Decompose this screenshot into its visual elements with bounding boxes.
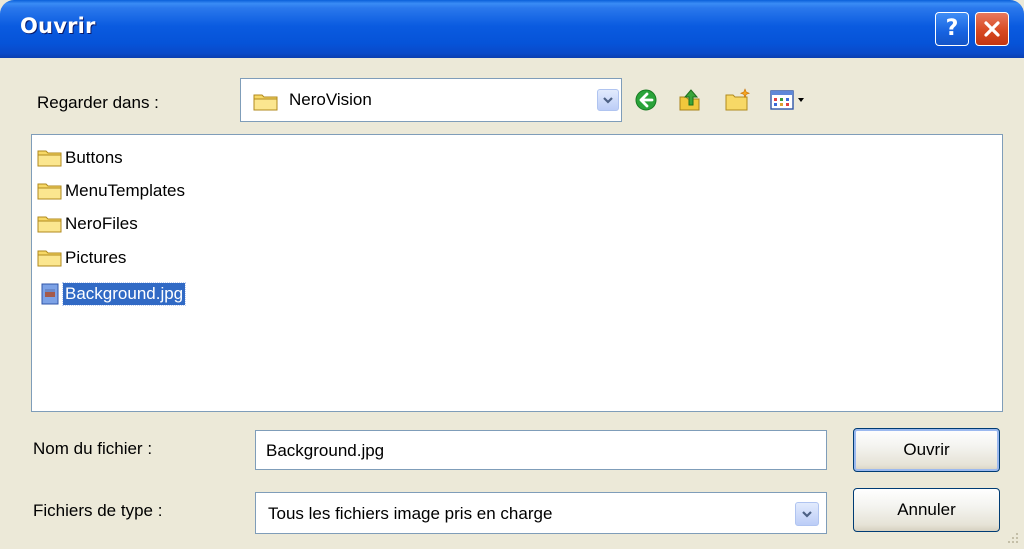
new-folder-icon (725, 88, 751, 111)
filetype-value: Tous les fichiers image pris en charge (268, 504, 553, 523)
list-item[interactable]: Pictures (36, 245, 128, 271)
lookin-dropdown[interactable]: NeroVision (240, 78, 622, 122)
filename-label: Nom du fichier : (33, 439, 153, 458)
list-item[interactable]: NeroFiles (36, 211, 140, 237)
folder-icon (36, 246, 63, 270)
title-bar[interactable]: Ouvrir ? (0, 0, 1024, 58)
lookin-value: NeroVision (289, 90, 372, 109)
list-item[interactable]: Background.jpg (36, 281, 187, 307)
file-name: MenuTemplates (65, 181, 186, 200)
file-name: Pictures (65, 248, 127, 267)
filetype-dropdown[interactable]: Tous les fichiers image pris en charge (255, 492, 827, 534)
view-menu-button[interactable] (766, 86, 820, 114)
resize-grip-icon[interactable] (1006, 531, 1020, 545)
file-name: NeroFiles (65, 214, 138, 233)
up-folder-button[interactable] (676, 86, 704, 114)
folder-icon (36, 179, 63, 203)
list-item[interactable]: MenuTemplates (36, 178, 187, 204)
close-button[interactable] (975, 12, 1009, 46)
open-button[interactable]: Ouvrir (853, 428, 1000, 472)
chevron-down-icon (603, 97, 613, 104)
folder-icon (36, 212, 63, 236)
filename-input[interactable]: Background.jpg (255, 430, 827, 470)
close-x-icon (984, 21, 1000, 37)
cancel-button[interactable]: Annuler (853, 488, 1000, 532)
folder-icon (36, 146, 63, 170)
filetype-label: Fichiers de type : (33, 501, 163, 520)
open-dialog: Ouvrir ? Regarder dans : NeroVision Butt… (0, 0, 1024, 549)
window-title: Ouvrir (20, 14, 96, 38)
file-name: Buttons (65, 148, 123, 167)
chevron-down-icon (802, 511, 812, 518)
question-mark-icon: ? (945, 16, 959, 41)
folder-icon (253, 94, 278, 111)
file-list[interactable]: Buttons MenuTemplates NeroFiles Pictures… (31, 134, 1003, 412)
new-folder-button[interactable] (724, 86, 752, 114)
file-name: Background.jpg (61, 282, 187, 306)
list-item[interactable]: Buttons (36, 145, 125, 171)
lookin-label: Regarder dans : (37, 93, 159, 112)
image-file-icon (36, 282, 63, 306)
up-folder-icon (679, 89, 700, 111)
back-arrow-icon (635, 89, 657, 111)
filename-value: Background.jpg (266, 441, 385, 460)
back-button[interactable] (632, 86, 660, 114)
lookin-dropdown-arrow[interactable] (597, 89, 619, 111)
filetype-dropdown-arrow[interactable] (795, 502, 819, 526)
view-menu-icon (770, 90, 804, 110)
help-button[interactable]: ? (935, 12, 969, 46)
